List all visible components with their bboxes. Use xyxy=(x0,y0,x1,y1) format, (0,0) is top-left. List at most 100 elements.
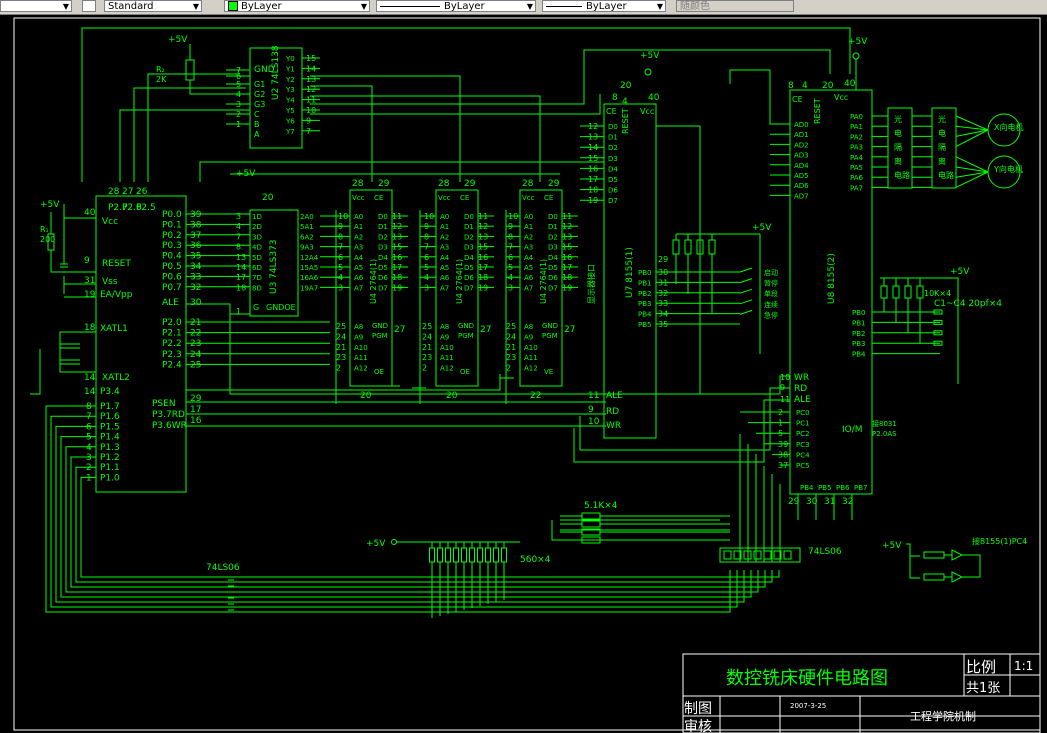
eprom-oe: OE xyxy=(460,368,470,376)
eprom-pin-27: 27 xyxy=(564,325,575,335)
pb-pullup xyxy=(892,285,900,299)
cpu-p34-label: P3.4 xyxy=(100,387,120,397)
cpu-p0-pin-num: 39 xyxy=(190,210,202,220)
u3-in-num: 17 xyxy=(236,273,246,282)
eprom-pin-28: 28 xyxy=(438,179,450,189)
u2-in-pin: G1 xyxy=(254,80,265,89)
chevron-down-icon[interactable]: ▼ xyxy=(193,1,199,11)
drawing-frame xyxy=(13,17,1041,731)
vcc-label: +5V xyxy=(640,51,660,61)
cpu-p0-pin-num: 33 xyxy=(190,272,201,282)
opto-out-wire xyxy=(955,129,989,148)
u8-pb-pin: PB2 xyxy=(852,330,865,338)
opto-label-1b: 电 xyxy=(894,128,902,138)
u7-pin-29: 29 xyxy=(658,255,668,264)
cpu-p0-pin-num: 37 xyxy=(190,231,201,241)
opto-label-1c: 隔 xyxy=(894,143,902,152)
u8-pc-pin: PC4 xyxy=(796,451,810,459)
vcc-label: +5V xyxy=(882,541,902,551)
layer-select[interactable]: ByLayer ▼ xyxy=(224,0,370,12)
u8-pb-bottom-pin: PB7 xyxy=(854,484,867,492)
chevron-down-icon[interactable]: ▼ xyxy=(657,1,663,11)
cpu-xtal2-label: XATL2 xyxy=(102,373,130,383)
u7-d-pin: D2 xyxy=(608,144,618,152)
eprom-addr-pin: A5 xyxy=(354,264,363,272)
text-style-select[interactable]: Standard ▼ xyxy=(104,0,202,12)
u7-pin-8: 8 xyxy=(612,93,618,103)
chevron-down-icon[interactable]: ▼ xyxy=(361,1,367,11)
driver-cell xyxy=(763,550,772,560)
cpu-p1-pin-num: 4 xyxy=(86,443,92,453)
vcc-label: +5V xyxy=(848,37,868,47)
u8-pb-pin: PB1 xyxy=(852,319,865,327)
drawn-by-label: 制图 xyxy=(684,701,712,717)
svg-text:19: 19 xyxy=(84,290,96,300)
eprom-hi-addr-num: 23 xyxy=(506,353,516,362)
u7-ale: ALE xyxy=(606,391,623,401)
u8-pb-pin: PB0 xyxy=(852,309,865,317)
svg-text:14: 14 xyxy=(84,373,96,383)
eprom-hi-addr-pin: A10 xyxy=(440,344,454,352)
properties-toolbar: ▼ Standard ▼ ByLayer ▼ ByLayer ▼ ByLayer ▼ 随… xyxy=(0,0,1047,15)
u7-pin-40: 40 xyxy=(648,93,660,103)
u7-name: U7 8155(1) xyxy=(625,247,635,298)
eprom-addr-pin: A6 xyxy=(354,274,364,282)
switch-bank: +5V 启动暂停单段连续急停 xyxy=(672,223,778,354)
eprom-name: U4 2764(1) xyxy=(539,259,548,304)
schematic-canvas: Vcc RESET Vss EA/Vpp XATL1 XATL2 P3.4 AL… xyxy=(13,17,1041,733)
eprom-hi-addr-num: 21 xyxy=(422,343,432,352)
cpu-p1-pin: P1.4 xyxy=(100,433,120,443)
eprom-pgm: PGM xyxy=(372,332,388,340)
eprom-addr-pin: A0 xyxy=(354,213,363,221)
u7-d-pin: D6 xyxy=(608,187,618,195)
chevron-down-icon[interactable]: ▼ xyxy=(63,1,69,11)
eprom-data-pin: D5 xyxy=(548,264,558,272)
cpu-p1-pin: P1.3 xyxy=(100,443,120,453)
eprom-hi-addr-pin: A10 xyxy=(524,344,538,352)
u7-d-pin: D3 xyxy=(608,155,618,163)
text-style-icon[interactable] xyxy=(82,0,96,12)
u8-pa-pin: PA2 xyxy=(850,133,863,141)
u8-pb-bottom-pin: PB6 xyxy=(836,484,850,492)
p1-fanout-wire xyxy=(75,466,773,583)
switch-pullup xyxy=(672,239,680,255)
u8-ad-pin: AD3 xyxy=(794,152,809,160)
linetype-select[interactable]: ByLayer ▼ xyxy=(376,0,536,12)
cpu-p0-pin: P0.5 xyxy=(162,262,182,272)
cpu-p2-pin-num: 23 xyxy=(190,339,201,349)
eprom-pin-29: 29 xyxy=(378,179,390,189)
u2-out-pin: Y4 xyxy=(285,97,295,105)
eprom-vcc: Vcc xyxy=(438,194,451,202)
eprom-data-pin: D0 xyxy=(548,213,558,221)
lineweight-select[interactable]: ByLayer ▼ xyxy=(542,0,666,12)
chevron-down-icon[interactable]: ▼ xyxy=(527,1,533,11)
pb-rc-bank: +5V 10K×4 C1~C4 20pf×4 xyxy=(880,267,1002,384)
p1-fanout-wire xyxy=(65,446,759,593)
dropdown-prev[interactable]: ▼ xyxy=(0,0,72,12)
opto-label-1a: 光 xyxy=(894,114,902,124)
eprom-bottom-num: 20 xyxy=(446,391,458,401)
pb-pullup xyxy=(916,285,924,299)
cpu-p1-pin: P1.6 xyxy=(100,412,120,422)
switch-label: 启动 xyxy=(764,268,778,277)
cpu-p1-pin: P1.5 xyxy=(100,422,120,432)
vcc-terminal xyxy=(644,68,652,76)
eprom-ce: CE xyxy=(374,194,383,202)
eprom-gnd: GND xyxy=(372,322,388,330)
u3-pin-1: 1 xyxy=(236,307,241,316)
eprom-hi-addr-pin: A12 xyxy=(440,365,454,373)
reset-circuit: +5V R₁ 200 xyxy=(30,200,96,395)
u7-d-pin: D5 xyxy=(608,176,618,184)
eprom-vcc: Vcc xyxy=(352,194,365,202)
u7-pb-pin: PB5 xyxy=(638,321,651,329)
cpu-p0-pin: P0.3 xyxy=(162,241,182,251)
led-resistor xyxy=(429,547,435,563)
eprom-data-pin: D5 xyxy=(464,264,474,272)
cpu-p2-pin: P2.3 xyxy=(162,350,182,360)
u7-pin-20: 20 xyxy=(620,81,632,91)
bus-resistor xyxy=(581,512,601,520)
u8-pin-40: 40 xyxy=(844,79,856,89)
eprom-data-pin: D2 xyxy=(464,233,474,241)
cpu-p1-pin: P1.0 xyxy=(100,473,120,483)
u3-in-pin: 4D xyxy=(252,244,262,252)
